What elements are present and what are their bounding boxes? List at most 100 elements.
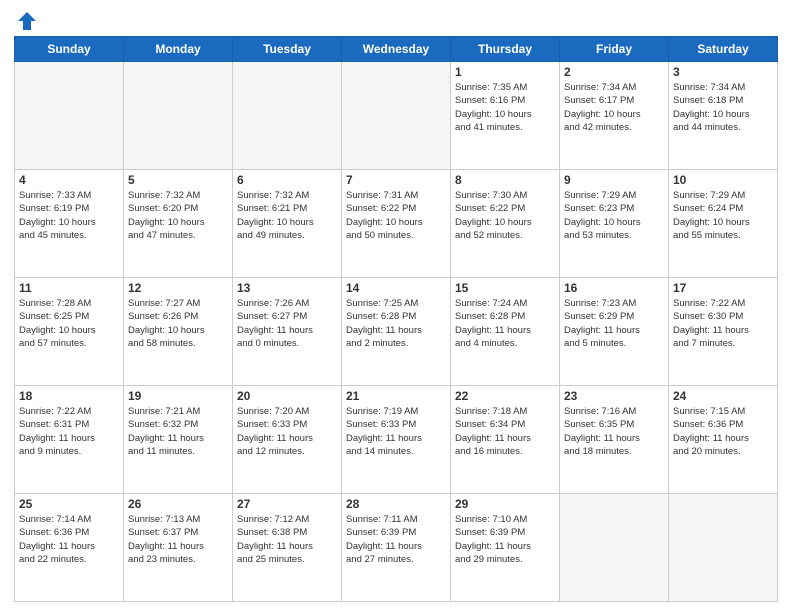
calendar-cell: 8 Sunrise: 7:30 AM Sunset: 6:22 PM Daylig…: [451, 170, 560, 278]
calendar-cell: [342, 62, 451, 170]
calendar-cell: 10 Sunrise: 7:29 AM Sunset: 6:24 PM Dayli…: [669, 170, 778, 278]
day-info: Sunrise: 7:29 AM Sunset: 6:23 PM Dayligh…: [564, 189, 664, 242]
day-number: 22: [455, 389, 555, 403]
calendar-cell: [233, 62, 342, 170]
day-info: Sunrise: 7:25 AM Sunset: 6:28 PM Dayligh…: [346, 297, 446, 350]
calendar-cell: 17 Sunrise: 7:22 AM Sunset: 6:30 PM Dayli…: [669, 278, 778, 386]
day-info: Sunrise: 7:12 AM Sunset: 6:38 PM Dayligh…: [237, 513, 337, 566]
calendar-cell: 13 Sunrise: 7:26 AM Sunset: 6:27 PM Dayli…: [233, 278, 342, 386]
day-number: 12: [128, 281, 228, 295]
calendar-cell: 5 Sunrise: 7:32 AM Sunset: 6:20 PM Daylig…: [124, 170, 233, 278]
day-number: 9: [564, 173, 664, 187]
day-info: Sunrise: 7:30 AM Sunset: 6:22 PM Dayligh…: [455, 189, 555, 242]
weekday-header-saturday: Saturday: [669, 37, 778, 62]
day-number: 6: [237, 173, 337, 187]
day-info: Sunrise: 7:32 AM Sunset: 6:20 PM Dayligh…: [128, 189, 228, 242]
day-info: Sunrise: 7:28 AM Sunset: 6:25 PM Dayligh…: [19, 297, 119, 350]
calendar-cell: 21 Sunrise: 7:19 AM Sunset: 6:33 PM Dayli…: [342, 386, 451, 494]
day-number: 23: [564, 389, 664, 403]
calendar-cell: 22Sunrise: 7:18 AM Sunset: 6:34 PM Dayli…: [451, 386, 560, 494]
day-info: Sunrise: 7:34 AM Sunset: 6:17 PM Dayligh…: [564, 81, 664, 134]
calendar-week-3: 18Sunrise: 7:22 AM Sunset: 6:31 PM Dayli…: [15, 386, 778, 494]
calendar-cell: 23 Sunrise: 7:16 AM Sunset: 6:35 PM Dayli…: [560, 386, 669, 494]
day-number: 1: [455, 65, 555, 79]
calendar-cell: 12 Sunrise: 7:27 AM Sunset: 6:26 PM Dayli…: [124, 278, 233, 386]
day-number: 24: [673, 389, 773, 403]
day-info: Sunrise: 7:33 AM Sunset: 6:19 PM Dayligh…: [19, 189, 119, 242]
day-info: Sunrise: 7:35 AM Sunset: 6:16 PM Dayligh…: [455, 81, 555, 134]
day-info: Sunrise: 7:22 AM Sunset: 6:31 PM Dayligh…: [19, 405, 119, 458]
day-number: 3: [673, 65, 773, 79]
day-number: 2: [564, 65, 664, 79]
day-info: Sunrise: 7:22 AM Sunset: 6:30 PM Dayligh…: [673, 297, 773, 350]
day-info: Sunrise: 7:24 AM Sunset: 6:28 PM Dayligh…: [455, 297, 555, 350]
weekday-header-sunday: Sunday: [15, 37, 124, 62]
day-number: 8: [455, 173, 555, 187]
calendar-cell: 15 Sunrise: 7:24 AM Sunset: 6:28 PM Dayli…: [451, 278, 560, 386]
day-info: Sunrise: 7:11 AM Sunset: 6:39 PM Dayligh…: [346, 513, 446, 566]
day-info: Sunrise: 7:32 AM Sunset: 6:21 PM Dayligh…: [237, 189, 337, 242]
day-number: 10: [673, 173, 773, 187]
day-number: 11: [19, 281, 119, 295]
day-info: Sunrise: 7:23 AM Sunset: 6:29 PM Dayligh…: [564, 297, 664, 350]
calendar-cell: 26 Sunrise: 7:13 AM Sunset: 6:37 PM Dayli…: [124, 494, 233, 602]
day-info: Sunrise: 7:10 AM Sunset: 6:39 PM Dayligh…: [455, 513, 555, 566]
calendar-cell: 14 Sunrise: 7:25 AM Sunset: 6:28 PM Dayli…: [342, 278, 451, 386]
day-info: Sunrise: 7:29 AM Sunset: 6:24 PM Dayligh…: [673, 189, 773, 242]
calendar-cell: 29Sunrise: 7:10 AM Sunset: 6:39 PM Dayli…: [451, 494, 560, 602]
page: SundayMondayTuesdayWednesdayThursdayFrid…: [0, 0, 792, 612]
day-number: 5: [128, 173, 228, 187]
day-info: Sunrise: 7:16 AM Sunset: 6:35 PM Dayligh…: [564, 405, 664, 458]
calendar-cell: 3 Sunrise: 7:34 AM Sunset: 6:18 PM Daylig…: [669, 62, 778, 170]
day-number: 7: [346, 173, 446, 187]
day-number: 19: [128, 389, 228, 403]
logo-icon: [16, 10, 38, 32]
weekday-header-tuesday: Tuesday: [233, 37, 342, 62]
day-number: 28: [346, 497, 446, 511]
day-info: Sunrise: 7:14 AM Sunset: 6:36 PM Dayligh…: [19, 513, 119, 566]
calendar-cell: 16 Sunrise: 7:23 AM Sunset: 6:29 PM Dayli…: [560, 278, 669, 386]
day-info: Sunrise: 7:34 AM Sunset: 6:18 PM Dayligh…: [673, 81, 773, 134]
calendar-cell: [669, 494, 778, 602]
weekday-header-thursday: Thursday: [451, 37, 560, 62]
day-number: 4: [19, 173, 119, 187]
day-info: Sunrise: 7:27 AM Sunset: 6:26 PM Dayligh…: [128, 297, 228, 350]
day-number: 14: [346, 281, 446, 295]
weekday-row: SundayMondayTuesdayWednesdayThursdayFrid…: [15, 37, 778, 62]
calendar-cell: 24 Sunrise: 7:15 AM Sunset: 6:36 PM Dayli…: [669, 386, 778, 494]
calendar-cell: 18Sunrise: 7:22 AM Sunset: 6:31 PM Dayli…: [15, 386, 124, 494]
day-number: 16: [564, 281, 664, 295]
day-info: Sunrise: 7:31 AM Sunset: 6:22 PM Dayligh…: [346, 189, 446, 242]
header: [14, 10, 778, 28]
calendar-cell: 19Sunrise: 7:21 AM Sunset: 6:32 PM Dayli…: [124, 386, 233, 494]
calendar-cell: [124, 62, 233, 170]
calendar-header: SundayMondayTuesdayWednesdayThursdayFrid…: [15, 37, 778, 62]
calendar-cell: 11 Sunrise: 7:28 AM Sunset: 6:25 PM Dayli…: [15, 278, 124, 386]
calendar-cell: 28 Sunrise: 7:11 AM Sunset: 6:39 PM Dayli…: [342, 494, 451, 602]
day-info: Sunrise: 7:26 AM Sunset: 6:27 PM Dayligh…: [237, 297, 337, 350]
weekday-header-friday: Friday: [560, 37, 669, 62]
calendar-cell: [15, 62, 124, 170]
calendar-week-2: 11 Sunrise: 7:28 AM Sunset: 6:25 PM Dayli…: [15, 278, 778, 386]
calendar-cell: 25Sunrise: 7:14 AM Sunset: 6:36 PM Dayli…: [15, 494, 124, 602]
calendar-table: SundayMondayTuesdayWednesdayThursdayFrid…: [14, 36, 778, 602]
day-number: 13: [237, 281, 337, 295]
calendar-cell: 4 Sunrise: 7:33 AM Sunset: 6:19 PM Daylig…: [15, 170, 124, 278]
day-info: Sunrise: 7:15 AM Sunset: 6:36 PM Dayligh…: [673, 405, 773, 458]
day-info: Sunrise: 7:13 AM Sunset: 6:37 PM Dayligh…: [128, 513, 228, 566]
calendar-cell: [560, 494, 669, 602]
calendar-cell: 9 Sunrise: 7:29 AM Sunset: 6:23 PM Daylig…: [560, 170, 669, 278]
calendar-week-1: 4 Sunrise: 7:33 AM Sunset: 6:19 PM Daylig…: [15, 170, 778, 278]
day-info: Sunrise: 7:20 AM Sunset: 6:33 PM Dayligh…: [237, 405, 337, 458]
day-info: Sunrise: 7:19 AM Sunset: 6:33 PM Dayligh…: [346, 405, 446, 458]
calendar-cell: 27 Sunrise: 7:12 AM Sunset: 6:38 PM Dayli…: [233, 494, 342, 602]
day-number: 15: [455, 281, 555, 295]
day-number: 27: [237, 497, 337, 511]
calendar-cell: 1 Sunrise: 7:35 AM Sunset: 6:16 PM Daylig…: [451, 62, 560, 170]
day-number: 21: [346, 389, 446, 403]
calendar-cell: 2 Sunrise: 7:34 AM Sunset: 6:17 PM Daylig…: [560, 62, 669, 170]
weekday-header-monday: Monday: [124, 37, 233, 62]
day-number: 17: [673, 281, 773, 295]
day-number: 26: [128, 497, 228, 511]
logo: [14, 10, 38, 28]
